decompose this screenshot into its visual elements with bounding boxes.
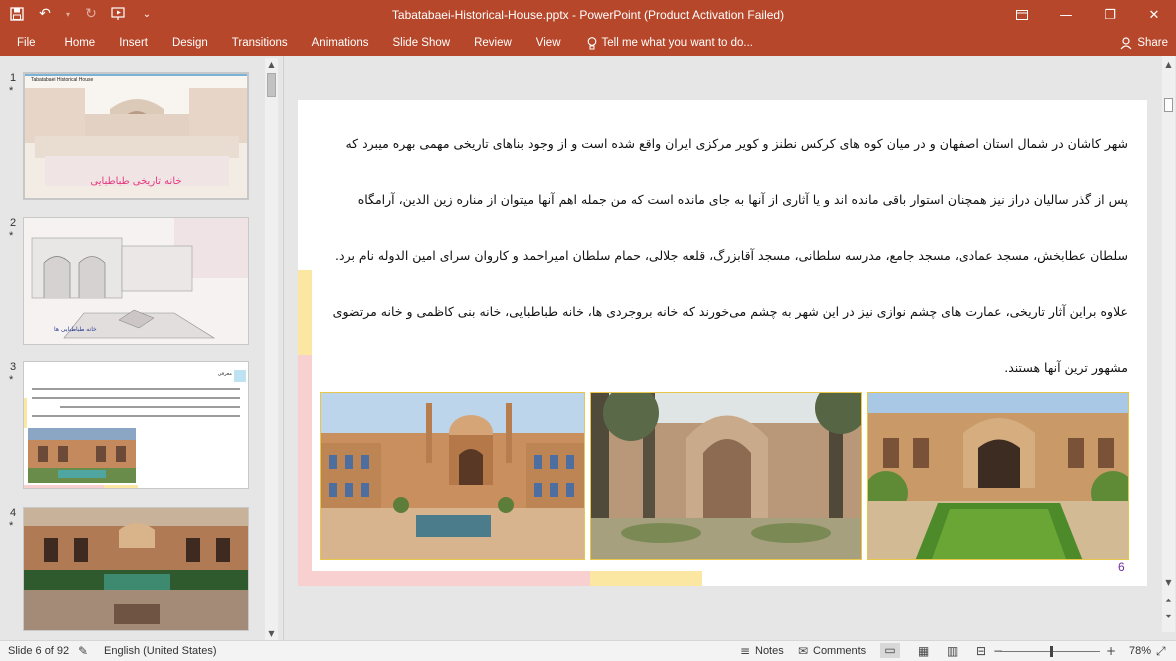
- paragraph-line-5[interactable]: مشهور ترین آنها هستند.: [318, 360, 1128, 375]
- start-from-beginning-icon[interactable]: [110, 4, 128, 24]
- thumbnails-scrollbar[interactable]: ▲ ▼: [265, 58, 278, 640]
- comments-button[interactable]: Comments: [813, 645, 866, 657]
- zoom-level[interactable]: 78%: [1129, 645, 1151, 657]
- ribbon-tabs: File Home Insert Design Transitions Anim…: [0, 30, 1176, 56]
- thumbnail-title: Tabatabaei Historical House: [31, 77, 94, 83]
- thumbnail-number: 2: [10, 217, 17, 229]
- courtyard-evening-image: [24, 508, 248, 630]
- close-icon[interactable]: ✕: [1132, 0, 1176, 30]
- minimize-icon[interactable]: —: [1044, 0, 1088, 30]
- slide-number: 6: [1118, 560, 1125, 574]
- pane-splitter[interactable]: [283, 56, 284, 640]
- thumbnail-frame: [23, 507, 249, 631]
- scroll-up-icon[interactable]: ▲: [265, 58, 278, 71]
- tab-design[interactable]: Design: [160, 30, 220, 56]
- thumbnail-heading: معرفی: [217, 371, 232, 377]
- tab-transitions[interactable]: Transitions: [220, 30, 300, 56]
- animation-star-icon: *: [9, 230, 14, 242]
- accent-bar-pink-left: [298, 355, 312, 586]
- thumbnail-frame: معرفی: [23, 361, 249, 489]
- slide-counter[interactable]: Slide 6 of 92: [8, 645, 69, 657]
- normal-view-icon[interactable]: ▭: [880, 643, 900, 658]
- thumbnail-heading-bar: [234, 370, 246, 382]
- animation-star-icon: *: [9, 374, 14, 386]
- thumbnail-number: 3: [10, 361, 17, 373]
- courtyard-photo: [28, 428, 136, 483]
- save-icon[interactable]: [8, 4, 26, 24]
- thumbnail-bottom-accent-pink: [24, 485, 104, 488]
- thumbnail-number: 4: [10, 507, 17, 519]
- notes-icon[interactable]: ≡: [740, 644, 750, 658]
- redo-icon[interactable]: ↻: [82, 4, 100, 24]
- photo-tabatabaei-house[interactable]: [867, 392, 1129, 560]
- tab-review[interactable]: Review: [462, 30, 524, 56]
- language-indicator[interactable]: English (United States): [104, 645, 217, 657]
- scroll-up-icon[interactable]: ▲: [1162, 58, 1175, 71]
- paragraph-line-3[interactable]: سلطان عطابخش، مسجد عمادی، مسجد جامع، مدر…: [318, 248, 1128, 263]
- previous-slide-icon[interactable]: ⏶: [1162, 594, 1175, 607]
- tab-file[interactable]: File: [0, 30, 53, 56]
- quick-access-toolbar: ↶ ▾ ↻ ⌄: [8, 4, 156, 24]
- share-label: Share: [1137, 37, 1168, 49]
- tab-slide-show[interactable]: Slide Show: [381, 30, 463, 56]
- thumbnail-caption: خانه تاریخی طباطبایی: [90, 176, 182, 187]
- zoom-in-icon[interactable]: +: [1106, 644, 1116, 658]
- thumbnail-accent-bar: [24, 398, 27, 428]
- ribbon-display-options-icon[interactable]: [1000, 0, 1044, 30]
- tell-me-box[interactable]: Tell me what you want to do...: [573, 36, 754, 50]
- share-button[interactable]: Share: [1120, 33, 1168, 53]
- thumbnail-number: 1: [10, 72, 17, 84]
- spelling-check-icon[interactable]: ✎: [78, 644, 88, 658]
- photo-mosque[interactable]: [320, 392, 585, 560]
- photo-boroujerdi-house[interactable]: [590, 392, 862, 560]
- status-bar: Slide 6 of 92 ✎ English (United States) …: [0, 640, 1176, 661]
- comments-icon[interactable]: ✉: [798, 644, 808, 658]
- scrollbar-thumb[interactable]: [267, 73, 276, 97]
- thumbnail-bottom-accent: [104, 485, 138, 488]
- zoom-slider-knob[interactable]: [1050, 646, 1053, 657]
- thumbnail-frame: Tabatabaei Historical House خانه تاریخی …: [23, 72, 249, 200]
- slide-scrollbar[interactable]: ▲ ▼ ⏶ ⏷: [1162, 56, 1175, 632]
- window-controls: — ❐ ✕: [1000, 0, 1176, 30]
- tab-insert[interactable]: Insert: [107, 30, 160, 56]
- thumbnail-frame: خانه طباطبایی ها: [23, 217, 249, 345]
- tab-animations[interactable]: Animations: [300, 30, 381, 56]
- chevron-down-icon[interactable]: ▾: [64, 4, 72, 24]
- slide-thumbnails-pane: 1 * Tabatabaei Historical House خانه تار…: [0, 56, 278, 640]
- reading-view-icon[interactable]: ▥: [947, 644, 958, 658]
- notes-button[interactable]: Notes: [755, 645, 784, 657]
- customize-toolbar-icon[interactable]: ⌄: [138, 4, 156, 24]
- tell-me-text: Tell me what you want to do...: [601, 37, 754, 49]
- thumbnail-text-lines: [32, 388, 240, 424]
- undo-icon[interactable]: ↶: [36, 4, 54, 24]
- scroll-down-icon[interactable]: ▼: [1162, 576, 1175, 589]
- restore-icon[interactable]: ❐: [1088, 0, 1132, 30]
- thumbnail-caption: خانه طباطبایی ها: [54, 326, 97, 333]
- fit-to-window-icon[interactable]: ⤢: [1156, 644, 1166, 659]
- accent-bar-pink-bottom: [298, 571, 590, 586]
- lightbulb-icon: [587, 36, 596, 49]
- animation-star-icon: *: [9, 520, 14, 532]
- slide-canvas[interactable]: شهر کاشان در شمال استان اصفهان و در میان…: [298, 100, 1147, 586]
- slide-show-icon[interactable]: ⊟: [976, 644, 986, 658]
- title-bar: ↶ ▾ ↻ ⌄ Tabatabaei-Historical-House.pptx…: [0, 0, 1176, 30]
- work-area: 1 * Tabatabaei Historical House خانه تار…: [0, 56, 1176, 640]
- slide-sorter-icon[interactable]: ▦: [918, 644, 929, 658]
- next-slide-icon[interactable]: ⏷: [1162, 610, 1175, 623]
- tab-view[interactable]: View: [524, 30, 573, 56]
- accent-bar-yellow-bottom: [590, 571, 702, 586]
- accent-bar-yellow-left: [298, 270, 312, 355]
- paragraph-line-2[interactable]: پس از گذر سالیان دراز نیز همچنان استوار …: [318, 192, 1128, 207]
- paragraph-line-4[interactable]: علاوه براین آثار تاریخی، عمارت های چشم ن…: [318, 304, 1128, 319]
- animation-star-icon: *: [9, 85, 14, 97]
- tab-home[interactable]: Home: [53, 30, 108, 56]
- scrollbar-thumb[interactable]: [1164, 98, 1173, 112]
- scroll-down-icon[interactable]: ▼: [265, 627, 278, 640]
- person-icon: [1120, 36, 1132, 49]
- paragraph-line-1[interactable]: شهر کاشان در شمال استان اصفهان و در میان…: [318, 136, 1128, 151]
